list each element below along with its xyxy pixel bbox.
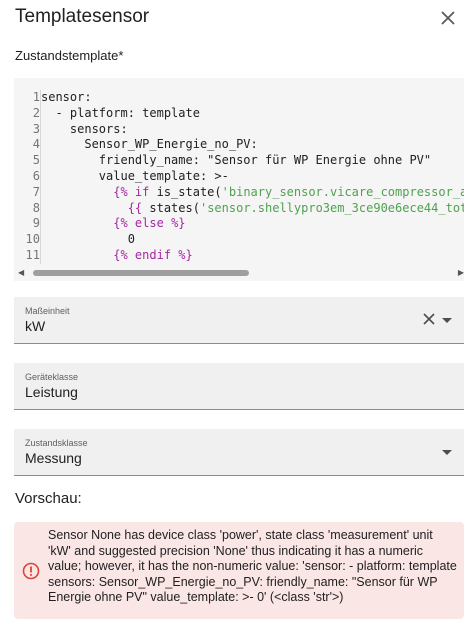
code-text: {% if is_state('binary_sensor.vicare_com…: [41, 185, 464, 201]
line-number: 7: [14, 184, 41, 201]
code-text: sensors:: [41, 122, 128, 138]
device-class-select[interactable]: Geräteklasse Leistung: [14, 363, 464, 410]
code-line: 4 Sensor_WP_Energie_no_PV:: [14, 137, 464, 154]
preview-label: Vorschau:: [15, 490, 82, 507]
code-line: 8 {{ states('sensor.shellypro3em_3ce90e6…: [14, 200, 464, 217]
code-token: sensors:: [41, 121, 128, 136]
template-code-editor[interactable]: 1 sensor: 2 - platform: template 3 sensors:…: [14, 78, 464, 281]
code-text: Sensor_WP_Energie_no_PV:: [41, 137, 258, 153]
code-text: friendly_name: "Sensor für WP Energie oh…: [41, 153, 431, 169]
code-token: 0: [41, 232, 135, 247]
code-text: - platform: template: [41, 106, 200, 122]
scroll-right-arrow-icon[interactable]: ▶: [458, 268, 464, 277]
code-token: (: [192, 200, 200, 215]
code-lines: 1 sensor: 2 - platform: template 3 sensors:…: [14, 90, 464, 264]
code-token: friendly_name: "Sensor für WP Energie oh…: [41, 153, 432, 168]
line-number: 2: [14, 105, 41, 122]
code-line: 9 {% else %}: [14, 216, 464, 233]
dialog-title: Templatesensor: [15, 6, 150, 27]
state-class-label: Zustandsklasse: [25, 438, 88, 448]
code-token: (: [214, 184, 222, 199]
line-number: 4: [14, 137, 41, 154]
device-class-value: Leistung: [25, 384, 78, 400]
dialog-header: Templatesensor: [15, 4, 464, 36]
code-text: value_template: >-: [41, 169, 229, 185]
code-token: Sensor_WP_Energie_no_PV:: [41, 137, 258, 152]
template-section-label: Zustandstemplate*: [15, 48, 124, 63]
code-text: {% else %}: [41, 216, 186, 232]
line-number: 10: [14, 232, 41, 248]
state-class-select[interactable]: Zustandsklasse Messung: [14, 429, 464, 476]
line-number: 5: [14, 153, 41, 169]
code-line: 11 {% endif %}: [14, 247, 464, 264]
unit-select[interactable]: Maßeinheit kW: [14, 297, 464, 344]
dropdown-arrow-icon[interactable]: [442, 450, 452, 455]
dropdown-arrow-icon[interactable]: [442, 318, 452, 323]
code-line: 2 - platform: template: [14, 105, 464, 122]
code-token: %}: [171, 216, 186, 231]
device-class-label: Geräteklasse: [25, 372, 79, 382]
error-message: Sensor None has device class 'power', st…: [48, 528, 457, 604]
line-number: 11: [14, 247, 41, 264]
code-line: 1 sensor:: [14, 90, 464, 106]
code-token: else: [127, 216, 172, 231]
code-token: {{: [127, 200, 143, 215]
line-number: 9: [14, 216, 41, 233]
line-number: 3: [14, 121, 41, 138]
code-line: 10 0: [14, 232, 464, 248]
code-token: if: [127, 184, 157, 199]
code-token: 'binary_sensor.vicare_compressor_active: [221, 184, 464, 199]
code-token: value_template: >-: [41, 168, 229, 183]
error-icon: [22, 562, 40, 580]
code-line: 3 sensors:: [14, 121, 464, 138]
scroll-left-arrow-icon[interactable]: ◀: [18, 268, 24, 277]
unit-value: kW: [25, 318, 46, 334]
code-text: sensor:: [41, 90, 92, 106]
clear-icon[interactable]: [422, 312, 436, 326]
code-token: endif: [127, 247, 179, 262]
horizontal-scrollbar[interactable]: ◀ ▶: [18, 268, 464, 277]
code-token: %}: [178, 247, 193, 262]
line-number: 8: [14, 200, 41, 217]
code-line: 7 {% if is_state('binary_sensor.vicare_c…: [14, 184, 464, 201]
unit-label: Maßeinheit: [25, 306, 70, 316]
code-text: {% endif %}: [41, 247, 193, 264]
code-text: {{ states('sensor.shellypro3em_3ce90e6ec…: [41, 201, 464, 217]
code-token: states: [142, 200, 193, 215]
code-text: 0: [41, 232, 135, 248]
code-token: {%: [113, 216, 128, 231]
error-alert: Sensor None has device class 'power', st…: [14, 522, 464, 619]
code-token: - platform: template: [41, 105, 200, 120]
code-token: is_state: [156, 184, 215, 199]
code-line: 6 value_template: >-: [14, 168, 464, 185]
line-number: 1: [14, 90, 41, 106]
scrollbar-thumb[interactable]: [33, 270, 249, 276]
code-token: 'sensor.shellypro3em_3ce90e6ece44_total_…: [199, 200, 464, 215]
code-token: {%: [113, 184, 128, 199]
code-token: {%: [113, 247, 128, 262]
code-line: 5 friendly_name: "Sensor für WP Energie …: [14, 153, 464, 169]
line-number: 6: [14, 168, 41, 185]
state-class-value: Messung: [25, 450, 82, 466]
close-icon[interactable]: [440, 10, 456, 26]
code-token: sensor:: [41, 90, 92, 104]
